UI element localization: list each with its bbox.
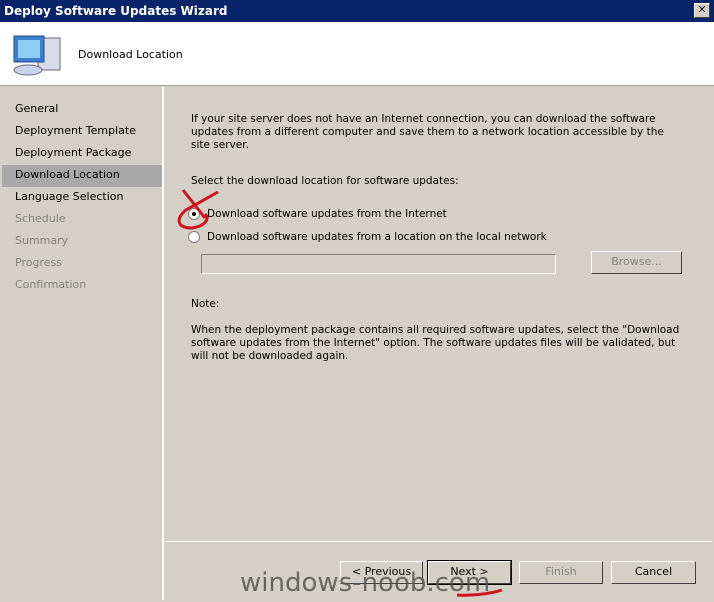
radio-internet[interactable] [188,208,200,220]
step-progress: Progress [15,256,62,269]
step-summary: Summary [15,234,69,247]
computer-icon [13,35,61,76]
note-label: Note: [191,298,220,310]
finish-button: Finish [519,561,603,584]
browse-button[interactable]: Browse... [591,251,682,274]
page-title: Download Location [78,48,183,61]
note-text: When the deployment package contains all… [191,324,680,362]
wizard-header: Download Location [0,22,714,86]
step-deployment-package[interactable]: Deployment Package [2,143,162,165]
intro-text: If your site server does not have an Int… [191,113,664,151]
option-network-label[interactable]: Download software updates from a locatio… [207,231,697,244]
content-panel: If your site server does not have an Int… [166,87,712,542]
close-button[interactable]: ✕ [694,3,710,18]
cancel-button[interactable]: Cancel [611,561,696,584]
radio-local-network[interactable] [188,231,200,243]
watermark: windows-noob.com [240,568,491,598]
step-language-selection[interactable]: Language Selection [2,187,162,209]
step-deployment-template[interactable]: Deployment Template [2,121,162,143]
step-general[interactable]: General [2,99,162,121]
network-path-input[interactable] [201,254,556,274]
option-internet-label[interactable]: Download software updates from the Inter… [207,208,697,221]
step-confirmation: Confirmation [15,278,87,291]
title-bar: Deploy Software Updates Wizard ✕ [0,0,714,22]
select-label: Select the download location for softwar… [191,175,459,187]
window-title: Deploy Software Updates Wizard [4,4,228,18]
step-download-location[interactable]: Download Location [2,165,162,187]
step-schedule: Schedule [15,212,66,225]
wizard-steps: General Deployment Template Deployment P… [2,87,164,600]
